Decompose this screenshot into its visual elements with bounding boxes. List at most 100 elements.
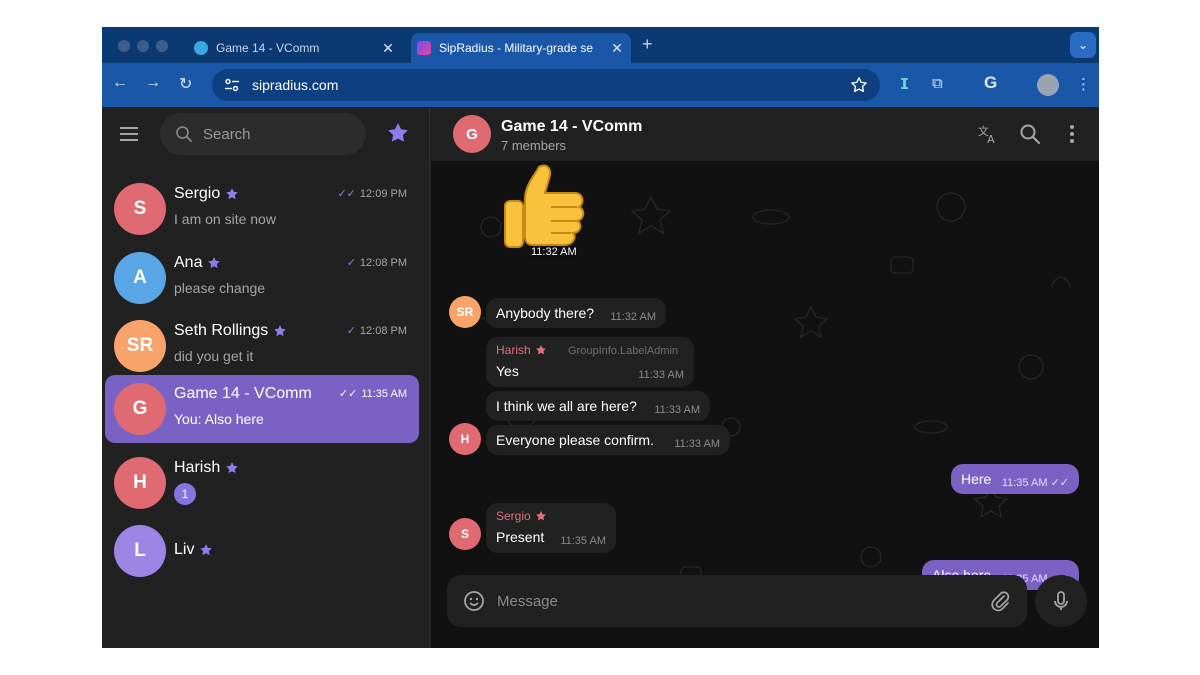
reload-icon[interactable]: ↻ <box>179 74 192 94</box>
chat-avatar[interactable]: G <box>453 115 491 153</box>
telegram-icon <box>194 41 208 55</box>
chat-title: Game 14 - VComm <box>501 118 643 135</box>
message-time: 11:33 AM <box>674 438 720 450</box>
chat-preview: please change <box>174 280 266 296</box>
sender-avatar[interactable]: S <box>449 518 481 550</box>
message-bubble[interactable]: Anybody there? 11:32 AM <box>486 298 666 328</box>
message-text: I think we all are here? <box>496 398 637 414</box>
chat-time: 12:08 PM <box>359 256 407 269</box>
outgoing-message-bubble[interactable]: Here 11:35 AM ✓✓ <box>951 464 1079 494</box>
chat-list-item-liv[interactable]: L Liv <box>105 517 419 585</box>
attach-paperclip-icon[interactable] <box>989 590 1011 612</box>
double-check-icon: ✓✓ <box>337 188 356 200</box>
double-check-icon: ✓✓ <box>338 388 358 400</box>
window-minimize-control[interactable] <box>137 40 149 52</box>
profile-avatar[interactable] <box>1037 74 1059 96</box>
chat-preview: I am on site now <box>174 211 276 227</box>
message-time: 11:35 AM <box>1001 477 1048 489</box>
favorites-star-icon[interactable] <box>386 121 410 145</box>
back-arrow-icon[interactable]: ← <box>112 74 128 92</box>
message-bubble[interactable]: Sergio Present 11:35 AM <box>486 503 616 553</box>
chat-sidebar: S Sergio I am on site now ✓✓12:09 PM A A… <box>102 107 430 648</box>
chat-name: Seth Rollings <box>174 322 269 339</box>
search-icon[interactable] <box>1019 123 1041 145</box>
message-composer[interactable] <box>447 575 1027 627</box>
search-icon <box>176 126 192 142</box>
star-icon <box>208 257 221 269</box>
star-icon <box>226 462 238 474</box>
message-bubble[interactable]: I think we all are here? 11:33 AM <box>486 391 710 421</box>
message-text: Present <box>496 529 545 545</box>
microphone-icon <box>1054 591 1068 610</box>
star-icon <box>535 345 546 355</box>
bookmark-star-icon[interactable] <box>850 76 868 94</box>
unread-badge: 1 <box>174 483 196 505</box>
check-icon: ✓ <box>346 257 356 269</box>
avatar: S <box>114 183 166 235</box>
forward-arrow-icon[interactable]: → <box>145 74 161 92</box>
chat-name: Ana <box>174 254 203 271</box>
message-time: 11:32 AM <box>610 311 656 323</box>
address-bar[interactable]: sipradius.com <box>212 69 880 101</box>
search-box[interactable] <box>160 113 366 155</box>
sender-avatar[interactable]: H <box>449 423 481 455</box>
chat-list-item-game14[interactable]: G Game 14 - VComm You: Also here ✓✓ 11:35… <box>105 375 419 443</box>
thumbs-up-sticker-icon[interactable] <box>491 163 591 253</box>
chat-list-item-ana[interactable]: A Ana please change ✓ 12:08 PM <box>105 244 419 312</box>
chat-header[interactable]: G Game 14 - VComm 7 members 文 A <box>431 107 1099 161</box>
chat-list-item-harish[interactable]: H Harish 1 <box>105 449 419 517</box>
window-close-control[interactable] <box>118 40 130 52</box>
chat-list-item-seth-rollings[interactable]: SR Seth Rollings did you get it ✓ 12:08 P… <box>105 312 419 380</box>
sender-name[interactable]: Harish <box>496 343 531 357</box>
chevron-down-icon[interactable]: ⌄ <box>1070 32 1096 58</box>
avatar: H <box>114 457 166 509</box>
tab-strip: Game 14 - VComm ✕ SipRadius - Military-g… <box>102 27 1099 63</box>
chat-list-item-sergio[interactable]: S Sergio I am on site now ✓✓ 12:09 PM <box>105 175 419 243</box>
double-check-icon: ✓✓ <box>1050 477 1069 489</box>
message-text: Everyone please confirm. <box>496 432 654 448</box>
translate-icon[interactable]: 文 A <box>977 123 999 145</box>
sender-avatar[interactable]: SR <box>449 296 481 328</box>
admin-label: GroupInfo.LabelAdmin <box>568 345 679 357</box>
sender-name[interactable]: Sergio <box>496 509 531 523</box>
message-text: Anybody there? <box>496 305 595 321</box>
message-bubble[interactable]: Harish GroupInfo.LabelAdmin Yes 11:33 AM <box>486 337 694 387</box>
window-zoom-control[interactable] <box>156 40 168 52</box>
close-icon[interactable]: ✕ <box>378 40 398 57</box>
avatar: G <box>114 383 166 435</box>
chat-time: 11:35 AM <box>361 387 407 400</box>
browser-toolbar: ← → ↻ sipradius.com ⵊ ⧉ G ⋮ <box>102 63 1099 107</box>
message-text: Here <box>961 471 992 487</box>
extension-icon[interactable]: ⵊ <box>900 75 909 93</box>
avatar: L <box>114 525 166 577</box>
chat-name: Liv <box>174 541 195 558</box>
close-icon[interactable]: ✕ <box>607 40 627 57</box>
message-time: 11:33 AM <box>638 369 684 381</box>
chat-name: Game 14 - VComm <box>174 385 312 402</box>
check-icon: ✓ <box>346 325 356 337</box>
star-icon <box>535 511 546 521</box>
google-icon[interactable]: G <box>984 73 997 93</box>
voice-record-button[interactable] <box>1035 575 1087 627</box>
menu-icon[interactable] <box>120 127 138 141</box>
tab-game14[interactable]: Game 14 - VComm ✕ <box>188 33 402 63</box>
more-vertical-icon[interactable] <box>1061 123 1083 145</box>
emoji-icon[interactable] <box>463 590 485 612</box>
tab-title: Game 14 - VComm <box>216 41 320 55</box>
tab-title: SipRadius - Military-grade se <box>439 41 594 55</box>
chat-preview: You: Also here <box>174 411 264 427</box>
new-tab-plus-icon[interactable]: + <box>642 34 653 55</box>
more-vertical-icon[interactable]: ⋮ <box>1076 75 1091 93</box>
avatar: A <box>114 252 166 304</box>
puzzle-icon[interactable]: ⧉ <box>932 75 943 92</box>
url-text: sipradius.com <box>252 77 339 93</box>
site-settings-icon[interactable] <box>224 77 240 93</box>
message-input[interactable] <box>497 592 989 610</box>
message-bubble[interactable]: Everyone please confirm. 11:33 AM <box>486 425 730 455</box>
tab-sipradius[interactable]: SipRadius - Military-grade se ✕ <box>411 33 631 63</box>
member-count: 7 members <box>501 138 567 153</box>
search-input[interactable] <box>203 125 353 143</box>
chat-preview: did you get it <box>174 348 254 364</box>
sipradius-icon <box>417 41 431 55</box>
star-icon <box>226 188 238 200</box>
